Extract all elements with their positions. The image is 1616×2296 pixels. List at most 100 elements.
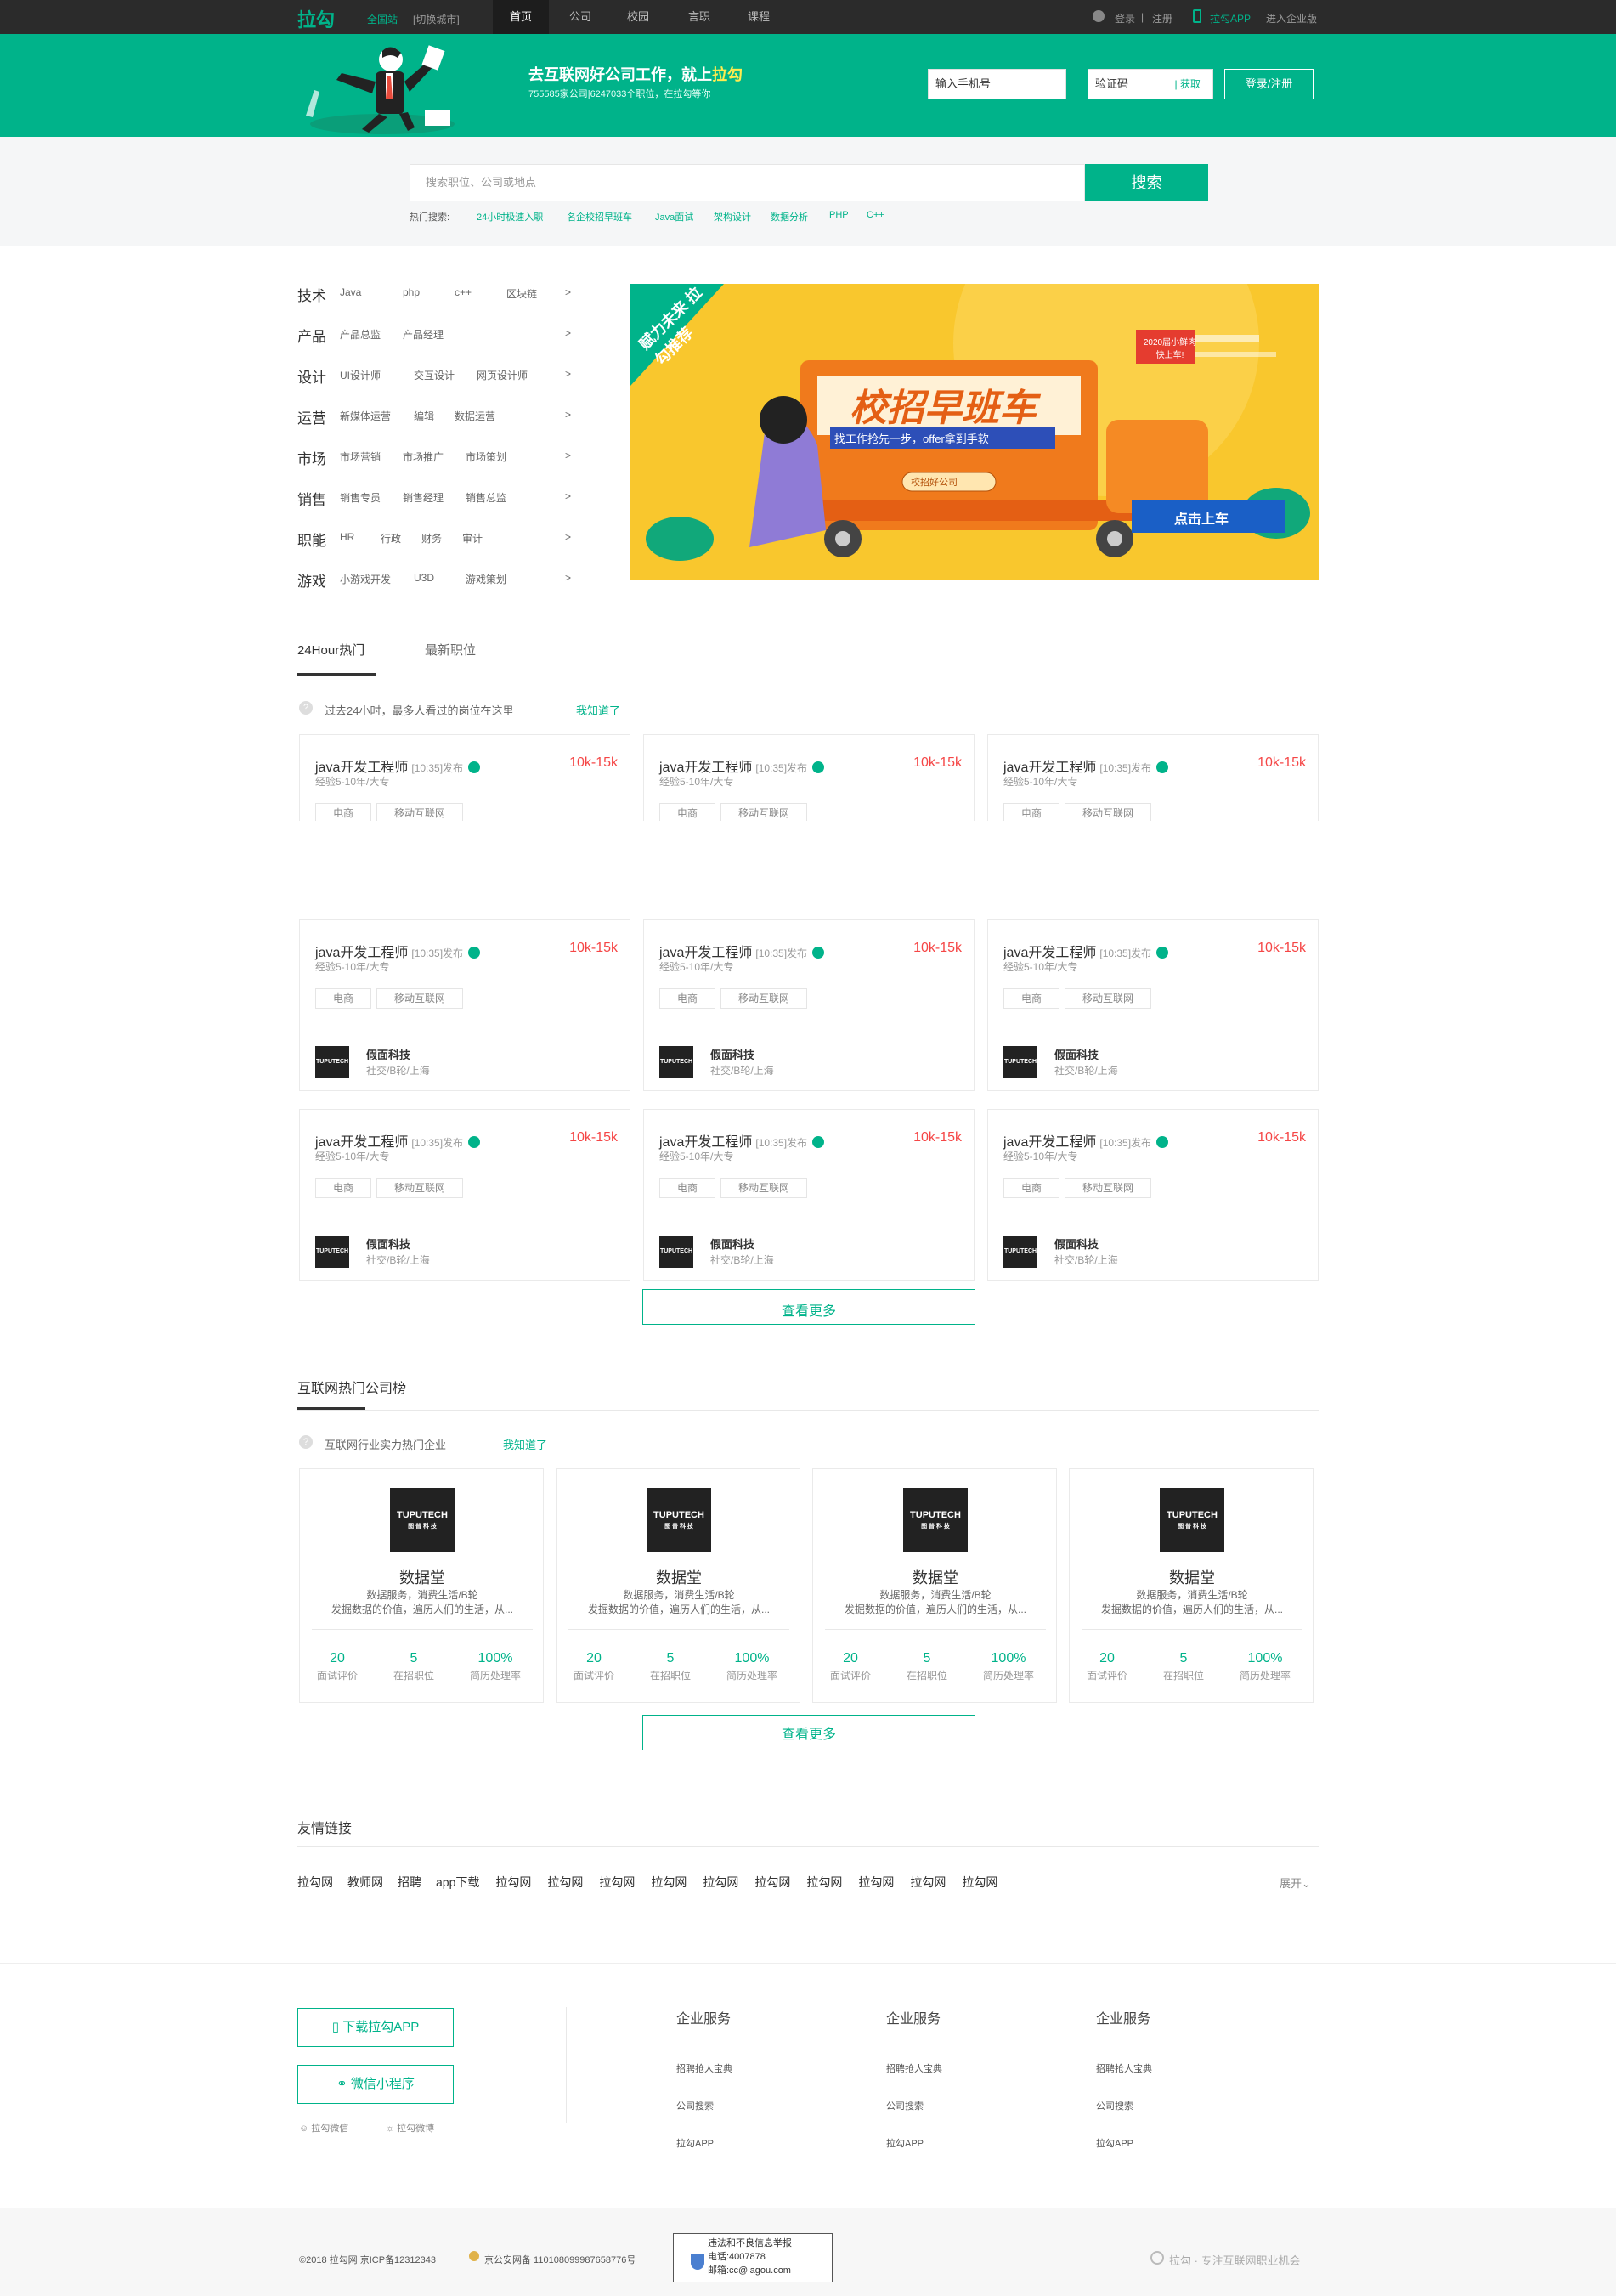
hot-search-item[interactable]: 数据分析 bbox=[771, 210, 808, 223]
job-title-text[interactable]: java开发工程师 bbox=[1003, 946, 1096, 960]
footer-link[interactable]: 招聘抢人宝典 bbox=[676, 2061, 732, 2075]
category-item[interactable]: 交互设计 bbox=[414, 368, 455, 382]
category-row[interactable]: 职能 HR 行政 财务 审计 > bbox=[297, 527, 578, 551]
download-app-button[interactable]: ▯ 下载拉勾APP bbox=[297, 2008, 454, 2047]
site-label[interactable]: 全国站 bbox=[367, 12, 398, 26]
category-name[interactable]: 技术 bbox=[297, 284, 326, 305]
footer-link[interactable]: 招聘抢人宝典 bbox=[886, 2061, 942, 2075]
nav-talk[interactable]: 言职 bbox=[688, 0, 710, 34]
hot-search-item[interactable]: PHP bbox=[829, 210, 849, 220]
nav-course[interactable]: 课程 bbox=[748, 0, 770, 34]
friend-link[interactable]: 拉勾网 bbox=[297, 1875, 333, 1889]
category-item[interactable]: HR bbox=[340, 531, 354, 543]
category-item[interactable]: 编辑 bbox=[414, 409, 434, 423]
job-card[interactable]: java开发工程师 [10:35]发布 10k-15k 经验5-10年/大专 电商 移动互… bbox=[643, 1109, 975, 1281]
category-item[interactable]: 产品经理 bbox=[403, 327, 444, 342]
friend-link[interactable]: 教师网 bbox=[347, 1875, 383, 1889]
job-title[interactable]: java开发工程师 [10:35]发布 bbox=[315, 1130, 481, 1151]
chat-icon[interactable] bbox=[468, 1136, 481, 1148]
footer-link[interactable]: 拉勾APP bbox=[886, 2136, 924, 2150]
category-name[interactable]: 设计 bbox=[297, 365, 326, 387]
company-name[interactable]: 假面科技 bbox=[710, 1046, 754, 1062]
footer-link[interactable]: 拉勾APP bbox=[676, 2136, 714, 2150]
job-title[interactable]: java开发工程师 [10:35]发布 bbox=[1003, 941, 1169, 961]
company-logo[interactable]: TUPUTECH bbox=[315, 1046, 349, 1078]
login-link[interactable]: 登录 bbox=[1115, 11, 1135, 25]
company-card[interactable]: TUPUTECH 图 普 科 技数据堂 数据服务，消费生活/B轮 发掘数据的价值，遍历… bbox=[299, 1468, 544, 1703]
company-card-name[interactable]: 数据堂 bbox=[813, 1566, 1058, 1588]
friend-link[interactable]: 拉勾网 bbox=[703, 1875, 738, 1889]
category-item[interactable]: 审计 bbox=[462, 531, 483, 546]
company-name[interactable]: 假面科技 bbox=[1054, 1236, 1099, 1252]
jobs-more-button[interactable]: 查看更多 bbox=[642, 1289, 975, 1325]
category-name[interactable]: 运营 bbox=[297, 406, 326, 427]
job-title-text[interactable]: java开发工程师 bbox=[659, 761, 752, 775]
category-row[interactable]: 市场 市场营销 市场推广 市场策划 > bbox=[297, 445, 578, 469]
category-item[interactable]: c++ bbox=[455, 286, 472, 298]
code-input[interactable]: 验证码 | 获取 bbox=[1088, 69, 1213, 99]
category-item[interactable]: 新媒体运营 bbox=[340, 409, 391, 423]
category-item[interactable]: 销售总监 bbox=[466, 490, 506, 505]
hot-search-item[interactable]: C++ bbox=[867, 210, 884, 220]
job-title-text[interactable]: java开发工程师 bbox=[315, 946, 408, 960]
hot-search-item[interactable]: 24小时极速入职 bbox=[477, 210, 543, 223]
category-name[interactable]: 职能 bbox=[297, 529, 326, 550]
job-card[interactable]: java开发工程师 [10:35]发布 10k-15k 经验5-10年/大专 电商 移动互… bbox=[987, 1109, 1319, 1281]
footer-link[interactable]: 公司搜索 bbox=[886, 2099, 924, 2112]
jobs-notice-dismiss[interactable]: 我知道了 bbox=[576, 702, 620, 718]
job-title-text[interactable]: java开发工程师 bbox=[315, 1135, 408, 1150]
category-item[interactable]: 财务 bbox=[421, 531, 442, 546]
report-box[interactable]: 违法和不良信息举报 电话:4007878 邮箱:cc@lagou.com bbox=[673, 2233, 833, 2282]
friend-link[interactable]: 拉勾网 bbox=[962, 1875, 997, 1889]
hot-search-item[interactable]: 名企校招早班车 bbox=[567, 210, 632, 223]
category-item[interactable]: 市场营销 bbox=[340, 450, 381, 464]
category-item[interactable]: 游戏策划 bbox=[466, 572, 506, 586]
job-card[interactable]: java开发工程师 [10:35]发布 10k-15k 经验5-10年/大专 电商 移动互… bbox=[987, 919, 1319, 1091]
job-title-text[interactable]: java开发工程师 bbox=[659, 1135, 752, 1150]
hot-search-item[interactable]: 架构设计 bbox=[714, 210, 751, 223]
company-logo[interactable]: TUPUTECH bbox=[315, 1236, 349, 1268]
promo-cta[interactable]: 点击上车 bbox=[1174, 507, 1229, 528]
job-title-text[interactable]: java开发工程师 bbox=[659, 946, 752, 960]
companies-notice-dismiss[interactable]: 我知道了 bbox=[503, 1436, 547, 1452]
footer-link[interactable]: 公司搜索 bbox=[1096, 2099, 1133, 2112]
category-name[interactable]: 市场 bbox=[297, 447, 326, 468]
friend-link[interactable]: 招聘 bbox=[398, 1875, 421, 1889]
category-item[interactable]: 销售专员 bbox=[340, 490, 381, 505]
search-button[interactable]: 搜索 bbox=[1085, 164, 1208, 201]
chat-icon[interactable] bbox=[812, 761, 825, 773]
job-title[interactable]: java开发工程师 [10:35]发布 bbox=[1003, 755, 1169, 776]
category-item[interactable]: U3D bbox=[414, 572, 434, 584]
company-card-name[interactable]: 数据堂 bbox=[1070, 1566, 1314, 1588]
weibo-link[interactable]: ☼ 拉勾微博 bbox=[386, 2121, 434, 2135]
job-title[interactable]: java开发工程师 [10:35]发布 bbox=[315, 941, 481, 961]
category-row[interactable]: 运营 新媒体运营 编辑 数据运营 > bbox=[297, 404, 578, 428]
company-card[interactable]: TUPUTECH 图 普 科 技数据堂 数据服务，消费生活/B轮 发掘数据的价值，遍历… bbox=[812, 1468, 1057, 1703]
footer-link[interactable]: 公司搜索 bbox=[676, 2099, 714, 2112]
company-name[interactable]: 假面科技 bbox=[710, 1236, 754, 1252]
category-item[interactable]: Java bbox=[340, 286, 361, 298]
job-title-text[interactable]: java开发工程师 bbox=[1003, 1135, 1096, 1150]
category-item[interactable]: UI设计师 bbox=[340, 368, 381, 382]
companies-more-button[interactable]: 查看更多 bbox=[642, 1715, 975, 1750]
get-code-button[interactable]: | 获取 bbox=[1175, 70, 1201, 99]
job-card[interactable]: java开发工程师 [10:35]发布 10k-15k 经验5-10年/大专 电商 移动互… bbox=[987, 734, 1319, 821]
footer-link[interactable]: 拉勾APP bbox=[1096, 2136, 1133, 2150]
job-card[interactable]: java开发工程师 [10:35]发布 10k-15k 经验5-10年/大专 电商 移动互… bbox=[299, 919, 630, 1091]
chat-icon[interactable] bbox=[1156, 947, 1169, 959]
category-item[interactable]: 市场策划 bbox=[466, 450, 506, 464]
job-card[interactable]: java开发工程师 [10:35]发布 10k-15k 经验5-10年/大专 电商 移动互… bbox=[643, 919, 975, 1091]
job-title[interactable]: java开发工程师 [10:35]发布 bbox=[315, 755, 481, 776]
job-title[interactable]: java开发工程师 [10:35]发布 bbox=[1003, 1130, 1169, 1151]
job-title-text[interactable]: java开发工程师 bbox=[1003, 761, 1096, 775]
friend-link[interactable]: 拉勾网 bbox=[495, 1875, 531, 1889]
tab-24hour-hot[interactable]: 24Hour热门 bbox=[297, 641, 364, 659]
category-name[interactable]: 游戏 bbox=[297, 569, 326, 591]
chat-icon[interactable] bbox=[468, 761, 481, 773]
chat-icon[interactable] bbox=[468, 947, 481, 959]
category-item[interactable]: 数据运营 bbox=[455, 409, 495, 423]
links-expand-toggle[interactable]: 展开⌄ bbox=[1280, 1875, 1311, 1891]
switch-city-link[interactable]: [切换城市] bbox=[413, 12, 460, 26]
enterprise-link[interactable]: 进入企业版 bbox=[1266, 11, 1317, 25]
friend-link[interactable]: 拉勾网 bbox=[651, 1875, 687, 1889]
